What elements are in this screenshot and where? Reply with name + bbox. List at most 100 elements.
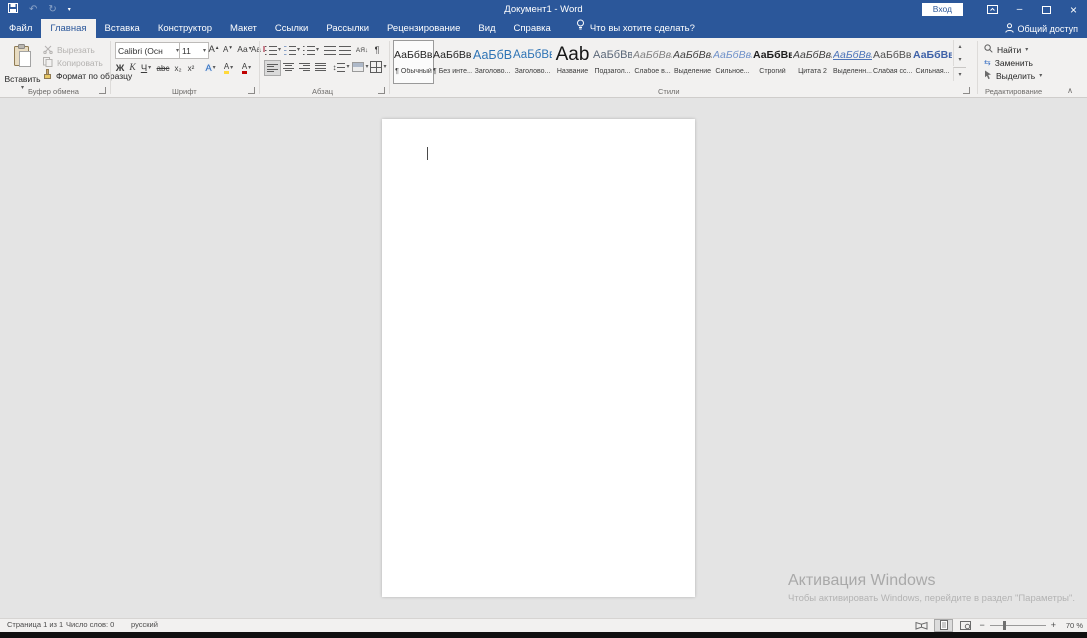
restore-button[interactable] bbox=[1033, 0, 1060, 19]
paste-button[interactable]: Вставить ▾ bbox=[3, 40, 42, 94]
align-center-button[interactable] bbox=[281, 60, 296, 74]
line-spacing-button[interactable]: ↕▾ bbox=[331, 60, 351, 74]
underline-button[interactable]: Ч▾ bbox=[138, 61, 154, 75]
grow-font-button[interactable]: А▴ bbox=[207, 42, 220, 56]
style-subtle-emphasis[interactable]: АаБбВвГг Слабое в... bbox=[633, 41, 672, 82]
highlight-color-button[interactable]: А▾ bbox=[220, 61, 237, 75]
sort-icon: АЯ↓ bbox=[356, 47, 368, 54]
highlight-icon: А bbox=[224, 63, 229, 74]
style-intense-quote[interactable]: АаБбВвГг Выделенн... bbox=[833, 41, 872, 82]
superscript-button[interactable]: х² bbox=[185, 61, 197, 75]
increase-indent-button[interactable] bbox=[338, 43, 352, 57]
style-heading1[interactable]: АаБбВ Заголово... bbox=[473, 41, 512, 82]
style-name: Цитата 2 bbox=[793, 68, 832, 75]
zoom-out-button[interactable]: − bbox=[979, 620, 984, 630]
ribbon-display-options-icon[interactable] bbox=[979, 0, 1006, 19]
font-size-dropdown-icon: ▾ bbox=[203, 48, 206, 54]
line-spacing-arrows-icon: ↕ bbox=[332, 63, 336, 72]
page-count-status[interactable]: Страница 1 из 1 bbox=[7, 619, 63, 631]
style-subtle-reference[interactable]: АаБбВвГг, Слабая сс... bbox=[873, 41, 912, 82]
style-normal[interactable]: АаБбВвГг, ¶ Обычный bbox=[393, 40, 434, 84]
group-separator bbox=[389, 41, 390, 94]
zoom-level[interactable]: 70 % bbox=[1061, 621, 1083, 630]
style-subtitle[interactable]: АаБбВвГ Подзагол... bbox=[593, 41, 632, 82]
multilevel-list-button[interactable]: ▾ bbox=[302, 43, 320, 57]
style-intense-reference[interactable]: АаБбВвГг, Сильная... bbox=[913, 41, 952, 82]
sign-in-button[interactable]: Вход bbox=[922, 3, 963, 16]
editing-group-label: Редактирование bbox=[985, 87, 1042, 96]
numbering-button[interactable]: ▾ bbox=[283, 43, 301, 57]
word-count-status[interactable]: Число слов: 0 bbox=[66, 619, 114, 631]
style-name: Подзагол... bbox=[593, 68, 632, 75]
tab-design[interactable]: Конструктор bbox=[149, 19, 221, 38]
zoom-in-button[interactable]: + bbox=[1051, 620, 1056, 630]
tab-insert[interactable]: Вставка bbox=[96, 19, 149, 38]
style-no-spacing[interactable]: АаБбВвГг, ¶ Без инте... bbox=[433, 41, 472, 82]
read-mode-button[interactable] bbox=[913, 620, 930, 631]
decrease-indent-button[interactable] bbox=[323, 43, 337, 57]
align-right-button[interactable] bbox=[297, 60, 312, 74]
zoom-slider-thumb[interactable] bbox=[1003, 621, 1006, 630]
font-name-combobox[interactable]: Calibri (Осн ▾ bbox=[115, 42, 182, 59]
clear-formatting-button[interactable]: Аа bbox=[251, 42, 265, 56]
styles-gallery-down-icon[interactable]: ▾ bbox=[953, 53, 966, 66]
shrink-font-button[interactable]: А▾ bbox=[221, 42, 234, 56]
tab-mailings[interactable]: Рассылки bbox=[317, 19, 378, 38]
underline-dropdown-icon: ▾ bbox=[148, 65, 151, 71]
share-label: Общий доступ bbox=[1018, 24, 1078, 34]
font-color-icon: А bbox=[242, 63, 247, 74]
sort-button[interactable]: АЯ↓ bbox=[355, 43, 369, 57]
shading-icon bbox=[352, 62, 364, 72]
select-button[interactable]: Выделить ▾ bbox=[984, 69, 1042, 82]
tab-layout[interactable]: Макет bbox=[221, 19, 266, 38]
show-paragraph-marks-button[interactable]: ¶ bbox=[371, 43, 383, 57]
style-quote2[interactable]: АаБбВвГг Цитата 2 bbox=[793, 41, 832, 82]
tell-me-box[interactable]: Что вы хотите сделать? bbox=[566, 19, 705, 38]
text-effects-button[interactable]: А▾ bbox=[202, 61, 219, 75]
font-dialog-launcher-icon[interactable] bbox=[248, 87, 255, 94]
subscript-button[interactable]: х₂ bbox=[172, 61, 184, 75]
find-button[interactable]: Найти ▾ bbox=[984, 43, 1028, 56]
strikethrough-button[interactable]: abc bbox=[155, 61, 171, 75]
tab-help[interactable]: Справка bbox=[505, 19, 560, 38]
align-left-button[interactable] bbox=[264, 60, 281, 76]
share-button[interactable]: Общий доступ bbox=[1005, 19, 1078, 38]
style-intense-emphasis[interactable]: АаБбВвГг Сильное... bbox=[713, 41, 752, 82]
minimize-button[interactable]: – bbox=[1006, 0, 1033, 19]
collapse-ribbon-icon[interactable]: ∧ bbox=[1067, 86, 1073, 95]
document-page[interactable] bbox=[382, 119, 695, 597]
styles-gallery-up-icon[interactable]: ▴ bbox=[953, 40, 966, 53]
language-status[interactable]: русский bbox=[131, 619, 158, 631]
tab-view[interactable]: Вид bbox=[469, 19, 504, 38]
styles-gallery-more-icon[interactable]: ▾ bbox=[953, 67, 966, 81]
font-color-button[interactable]: А▾ bbox=[238, 61, 255, 75]
style-strong[interactable]: АаБбВвГг, Строгий bbox=[753, 41, 792, 82]
clipboard-dialog-launcher-icon[interactable] bbox=[99, 87, 106, 94]
style-sample: АаБбВвГг, bbox=[394, 41, 433, 67]
replace-button[interactable]: ⇆ Заменить bbox=[984, 56, 1033, 69]
tab-home[interactable]: Главная bbox=[41, 19, 95, 38]
tab-references[interactable]: Ссылки bbox=[266, 19, 317, 38]
shading-button[interactable]: ▾ bbox=[352, 60, 369, 74]
style-name: Строгий bbox=[753, 68, 792, 75]
styles-dialog-launcher-icon[interactable] bbox=[963, 87, 970, 94]
bullets-button[interactable]: ▾ bbox=[264, 43, 282, 57]
zoom-slider[interactable] bbox=[990, 625, 1046, 626]
replace-label: Заменить bbox=[995, 58, 1033, 68]
tab-review[interactable]: Рецензирование bbox=[378, 19, 469, 38]
justify-button[interactable] bbox=[313, 60, 328, 74]
tab-file[interactable]: Файл bbox=[0, 19, 41, 38]
italic-button[interactable]: К bbox=[127, 61, 138, 75]
print-layout-button[interactable] bbox=[935, 620, 952, 631]
style-heading2[interactable]: АаБбВвГ Заголово... bbox=[513, 41, 552, 82]
style-sample: АаБбВвГг, bbox=[873, 41, 912, 67]
style-title[interactable]: Аab Название bbox=[553, 41, 592, 82]
font-size-combobox[interactable]: 11 ▾ bbox=[179, 42, 209, 59]
style-emphasis[interactable]: АаБбВвГг Выделение bbox=[673, 41, 712, 82]
style-sample: АаБбВвГг bbox=[633, 41, 672, 67]
web-layout-button[interactable] bbox=[957, 620, 974, 631]
borders-button[interactable]: ▾ bbox=[370, 60, 387, 74]
paragraph-dialog-launcher-icon[interactable] bbox=[378, 87, 385, 94]
close-button[interactable]: × bbox=[1060, 0, 1087, 19]
bold-button[interactable]: Ж bbox=[114, 61, 126, 75]
